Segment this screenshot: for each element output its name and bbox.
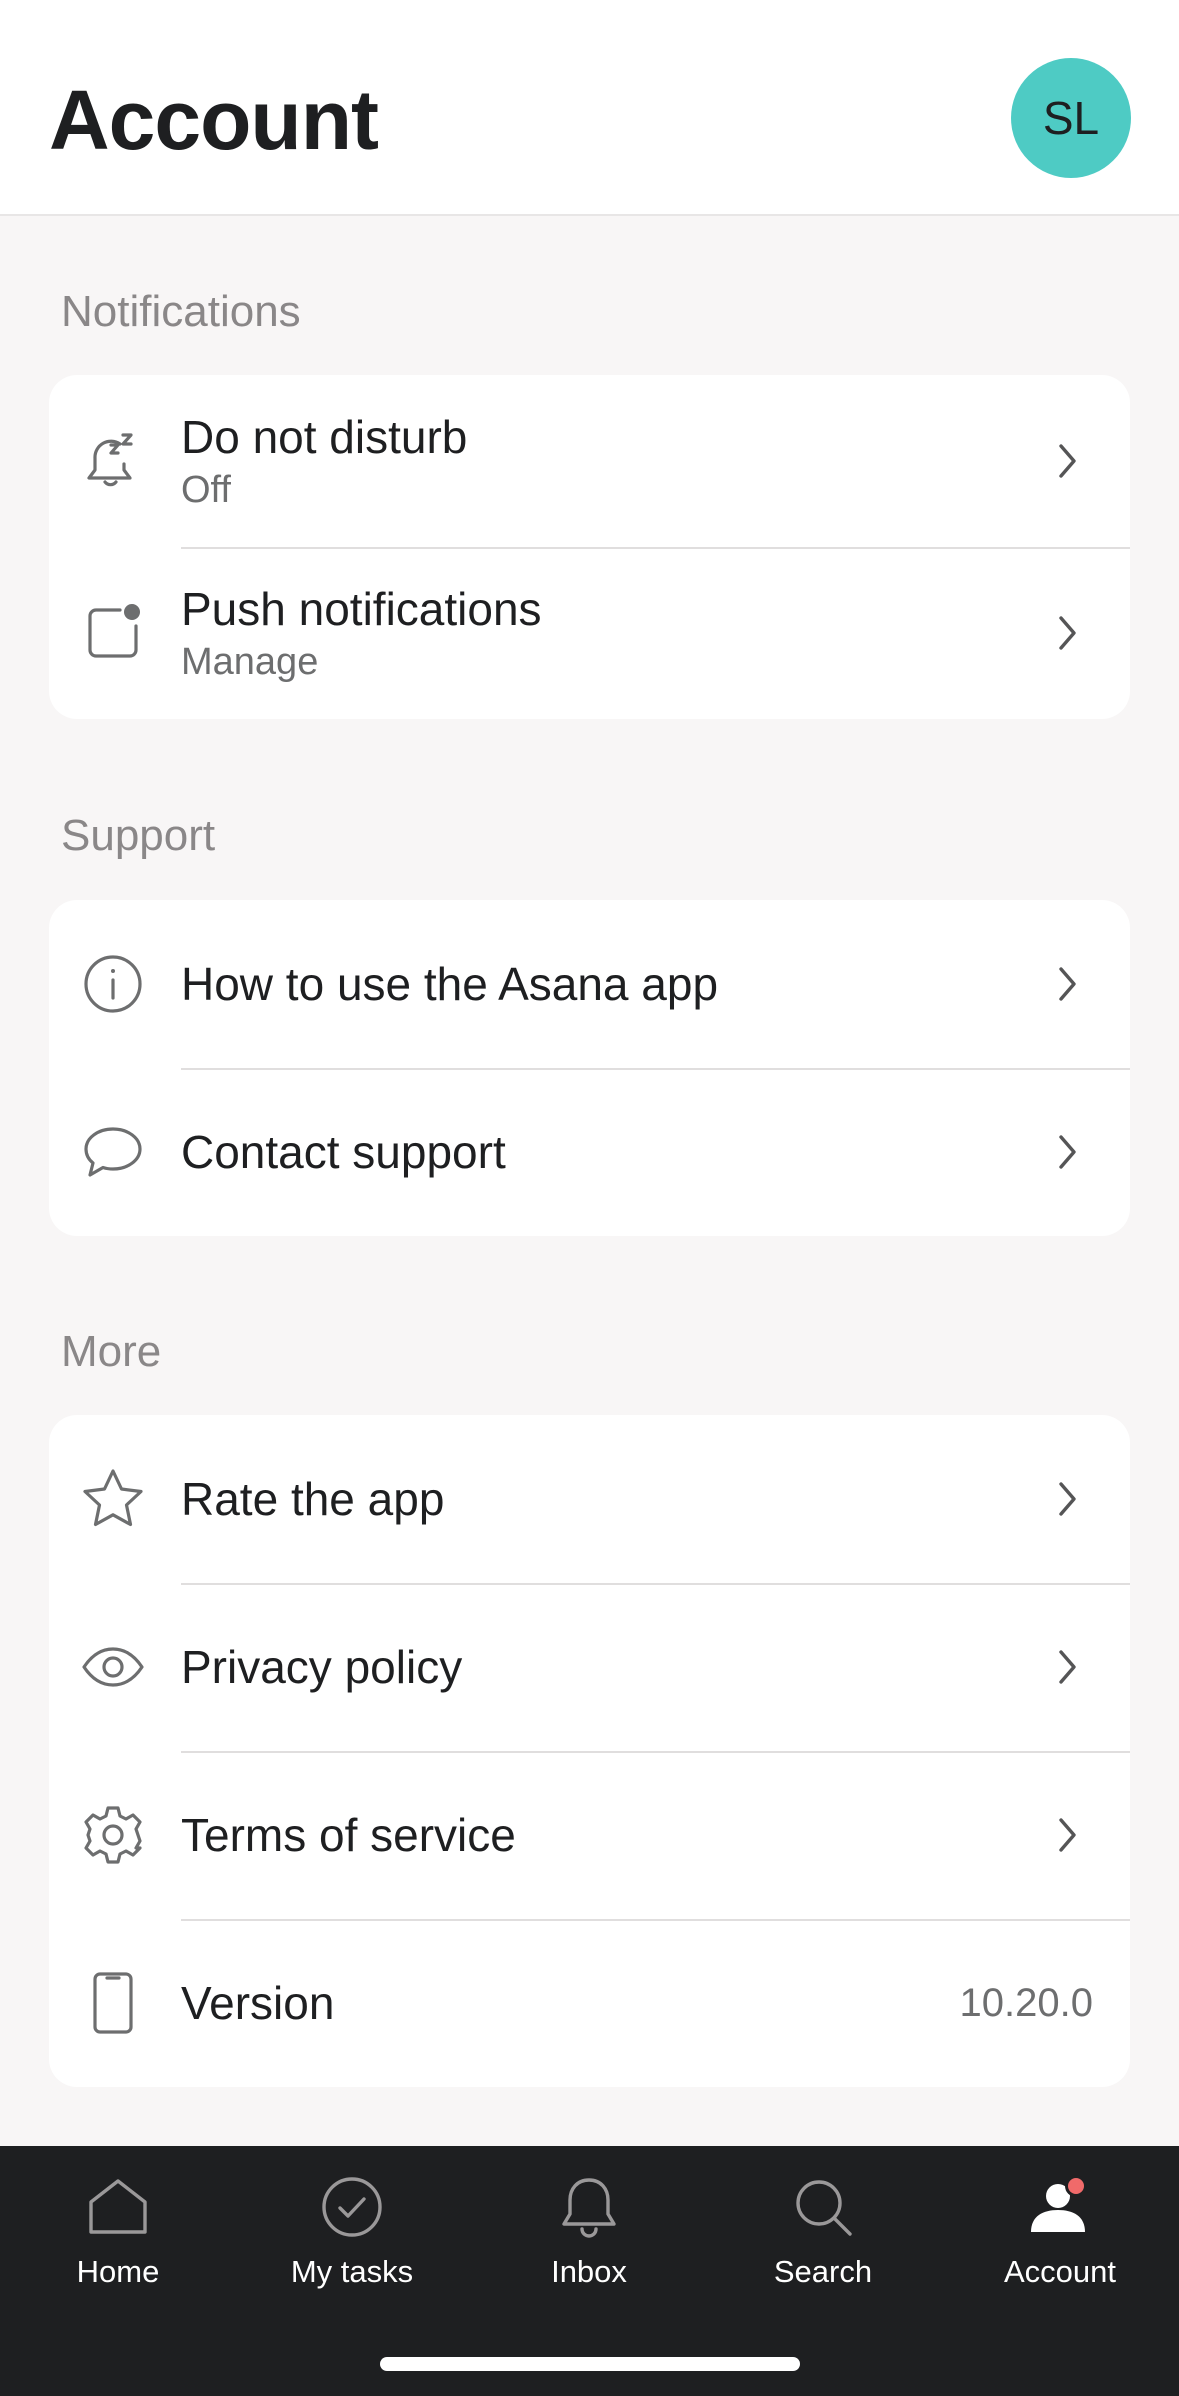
- bell-snooze-icon: [80, 428, 146, 494]
- chevron-right-icon: [1052, 612, 1082, 654]
- gear-icon: [80, 1802, 146, 1868]
- tab-search[interactable]: Search: [723, 2172, 923, 2312]
- chevron-right-icon: [1052, 1646, 1082, 1688]
- terms-of-service-title: Terms of service: [181, 1809, 516, 1861]
- star-icon: [80, 1466, 146, 1532]
- more-card: Rate the app Privacy policy Terms of ser…: [49, 1415, 1130, 2087]
- section-label-more: More: [61, 1327, 162, 1376]
- tab-my-tasks-label: My tasks: [290, 2254, 414, 2289]
- tab-account-label: Account: [1003, 2254, 1116, 2289]
- home-icon: [83, 2172, 153, 2242]
- search-icon: [788, 2172, 858, 2242]
- how-to-use-title: How to use the Asana app: [181, 958, 719, 1010]
- contact-support-row[interactable]: Contact support: [49, 1068, 1130, 1236]
- page-title: Account: [49, 73, 379, 167]
- phone-icon: [80, 1970, 146, 2036]
- push-notifications-title: Push notifications: [181, 583, 542, 635]
- tab-inbox[interactable]: Inbox: [489, 2172, 689, 2312]
- push-notifications-row[interactable]: Push notifications Manage: [49, 547, 1130, 719]
- tab-home-label: Home: [76, 2254, 160, 2289]
- chevron-right-icon: [1052, 1478, 1082, 1520]
- header: Account SL: [0, 0, 1179, 216]
- tab-my-tasks[interactable]: My tasks: [252, 2172, 452, 2312]
- account-screen: Account SL Notifications Do not disturb …: [0, 0, 1179, 2396]
- terms-of-service-row[interactable]: Terms of service: [49, 1751, 1130, 1919]
- tab-home[interactable]: Home: [18, 2172, 218, 2312]
- tab-search-label: Search: [773, 2254, 873, 2289]
- account-icon: [1025, 2172, 1095, 2242]
- tab-account[interactable]: Account: [960, 2172, 1160, 2312]
- privacy-policy-title: Privacy policy: [181, 1641, 463, 1693]
- rate-app-title: Rate the app: [181, 1473, 445, 1525]
- avatar[interactable]: SL: [1011, 58, 1131, 178]
- version-row: Version 10.20.0: [49, 1919, 1130, 2087]
- chevron-right-icon: [1052, 440, 1082, 482]
- push-notifications-subtitle: Manage: [181, 641, 319, 683]
- chat-bubble-icon: [80, 1119, 146, 1185]
- info-icon: [80, 951, 146, 1017]
- support-card: How to use the Asana app Contact support: [49, 900, 1130, 1236]
- section-label-notifications: Notifications: [61, 287, 301, 336]
- version-number: 10.20.0: [959, 1980, 1093, 2025]
- section-label-support: Support: [61, 811, 216, 860]
- eye-icon: [80, 1634, 146, 1700]
- do-not-disturb-title: Do not disturb: [181, 411, 468, 463]
- chevron-right-icon: [1052, 1814, 1082, 1856]
- tab-inbox-label: Inbox: [551, 2254, 627, 2289]
- how-to-use-row[interactable]: How to use the Asana app: [49, 900, 1130, 1068]
- rate-app-row[interactable]: Rate the app: [49, 1415, 1130, 1583]
- version-title: Version: [181, 1977, 335, 2029]
- avatar-initials: SL: [1042, 92, 1100, 144]
- contact-support-title: Contact support: [181, 1126, 506, 1178]
- do-not-disturb-status: Off: [181, 469, 231, 511]
- chevron-right-icon: [1052, 1131, 1082, 1173]
- chevron-right-icon: [1052, 963, 1082, 1005]
- home-indicator: [380, 2357, 800, 2371]
- check-circle-icon: [317, 2172, 387, 2242]
- bell-icon: [554, 2172, 624, 2242]
- push-notification-icon: [80, 600, 146, 666]
- notifications-card: Do not disturb Off Push notifications Ma…: [49, 375, 1130, 719]
- privacy-policy-row[interactable]: Privacy policy: [49, 1583, 1130, 1751]
- do-not-disturb-row[interactable]: Do not disturb Off: [49, 375, 1130, 547]
